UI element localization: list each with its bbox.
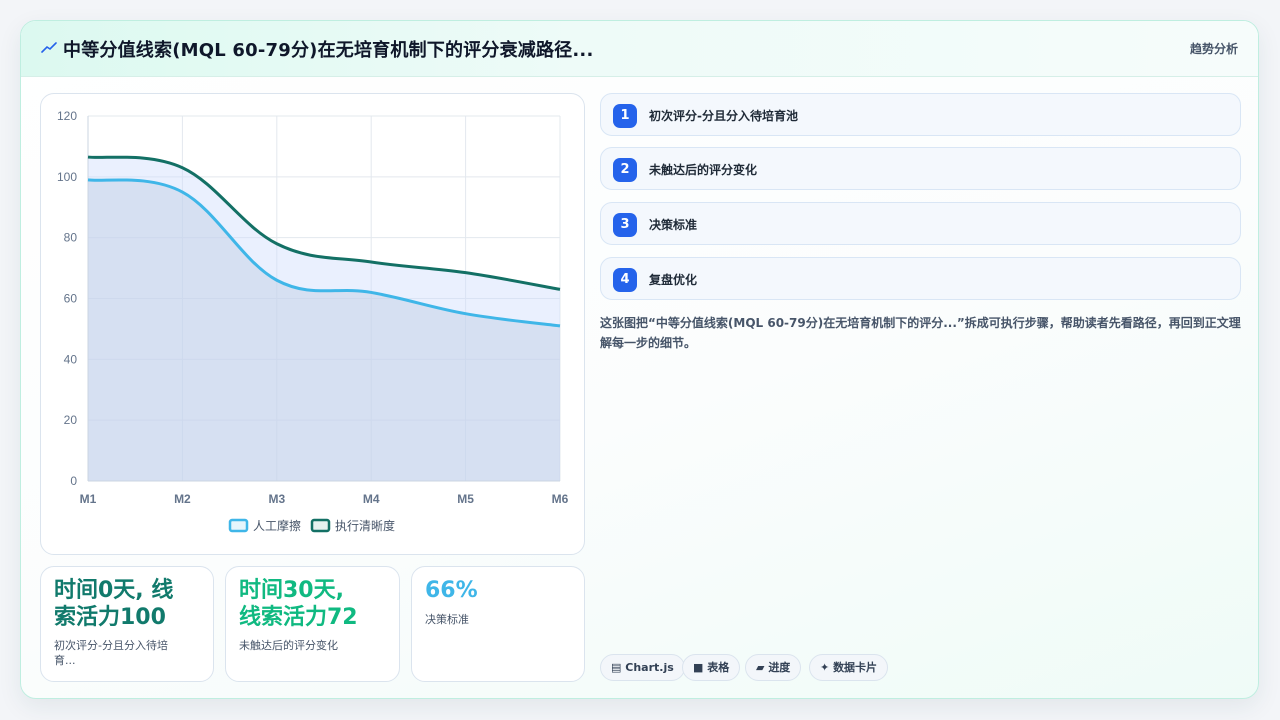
stat-label-line: 育...	[54, 654, 76, 667]
table-icon: ■	[693, 661, 704, 674]
step-number-badge: 1	[613, 104, 637, 128]
tag-chartjs[interactable]: ▤ Chart.js	[600, 654, 685, 681]
x-tick-label: M5	[457, 492, 474, 506]
legend-label: 人工摩擦	[253, 518, 301, 533]
chart-description: 这张图把“中等分值线索(MQL 60-79分)在无培育机制下的评分...”拆成可…	[600, 316, 1241, 350]
tag-data-card[interactable]: ✦ 数据卡片	[809, 654, 889, 681]
tag-progress[interactable]: ▰ 进度	[745, 654, 802, 681]
stat-value-line: 时间30天,	[239, 578, 344, 603]
x-tick-label: M6	[552, 492, 569, 506]
stat-card: 时间0天, 线 索活力100 初次评分-分且分入待培 育...	[40, 566, 214, 682]
area-chart: 0 20 40 60 80 100 120 M1 M2 M3 M4 M5 M6 人工摩擦 执行清晰度	[57, 109, 569, 533]
step-label: 决策标准	[649, 218, 698, 232]
step-label: 复盘优化	[649, 273, 698, 287]
y-tick-label: 100	[57, 170, 77, 184]
y-tick-label: 20	[64, 413, 78, 427]
step-label: 未触达后的评分变化	[649, 163, 758, 177]
stat-card: 66% 决策标准	[411, 566, 585, 682]
step-item[interactable]: 4 复盘优化	[600, 257, 1241, 300]
page-title: 中等分值线索(MQL 60-79分)在无培育机制下的评分衰减路径...	[63, 40, 594, 61]
y-tick-label: 80	[64, 231, 78, 245]
legend-swatch	[228, 518, 249, 533]
sparkle-icon: ✦	[820, 661, 830, 674]
step-number-badge: 2	[613, 158, 637, 182]
stat-label: 未触达后的评分变化	[239, 639, 338, 652]
step-item[interactable]: 3 决策标准	[600, 202, 1241, 245]
tag-label: 表格	[707, 661, 730, 674]
step-number-badge: 3	[613, 213, 637, 237]
stat-value-line: 索活力100	[54, 605, 166, 630]
tag-label: 数据卡片	[833, 661, 878, 674]
step-number-badge: 4	[613, 268, 637, 292]
stat-label-line: 初次评分-分且分入待培	[54, 639, 168, 652]
dashboard-card: 中等分值线索(MQL 60-79分)在无培育机制下的评分衰减路径... 趋势分析…	[20, 20, 1259, 699]
stat-value-line: 时间0天, 线	[54, 578, 174, 603]
card-header: 中等分值线索(MQL 60-79分)在无培育机制下的评分衰减路径... 趋势分析	[21, 21, 1258, 77]
x-tick-label: M1	[80, 492, 97, 506]
stat-card: 时间30天, 线索活力72 未触达后的评分变化	[225, 566, 400, 682]
x-tick-label: M2	[174, 492, 191, 506]
y-tick-label: 120	[57, 109, 77, 123]
stat-value: 时间0天, 线 索活力100	[54, 577, 173, 631]
y-tick-label: 60	[64, 292, 78, 306]
legend-swatch	[310, 518, 331, 533]
x-tick-label: M4	[363, 492, 380, 506]
progress-icon: ▰	[756, 661, 765, 674]
stat-value-line: 线索活力72	[239, 605, 358, 630]
stat-label: 初次评分-分且分入待培 育...	[54, 638, 168, 668]
trend-icon	[41, 42, 57, 53]
analysis-badge: 趋势分析	[1189, 42, 1238, 56]
tag-table[interactable]: ■ 表格	[682, 654, 741, 681]
legend-label: 执行清晰度	[335, 518, 395, 533]
step-item[interactable]: 1 初次评分-分且分入待培育池	[600, 93, 1241, 136]
chart-icon: ▤	[611, 661, 622, 674]
series-area	[88, 179, 560, 481]
y-tick-label: 40	[64, 352, 78, 366]
y-tick-label: 0	[70, 474, 77, 488]
tag-label: Chart.js	[625, 661, 674, 674]
stat-value: 时间30天, 线索活力72	[239, 577, 358, 631]
step-item[interactable]: 2 未触达后的评分变化	[600, 147, 1241, 190]
x-tick-label: M3	[268, 492, 285, 506]
stat-label: 决策标准	[425, 613, 469, 626]
chart-panel: 0 20 40 60 80 100 120 M1 M2 M3 M4 M5 M6 人工摩擦 执行清晰度	[40, 93, 585, 555]
step-label: 初次评分-分且分入待培育池	[649, 109, 798, 123]
tag-label: 进度	[768, 661, 791, 674]
stat-value: 66%	[425, 578, 478, 603]
